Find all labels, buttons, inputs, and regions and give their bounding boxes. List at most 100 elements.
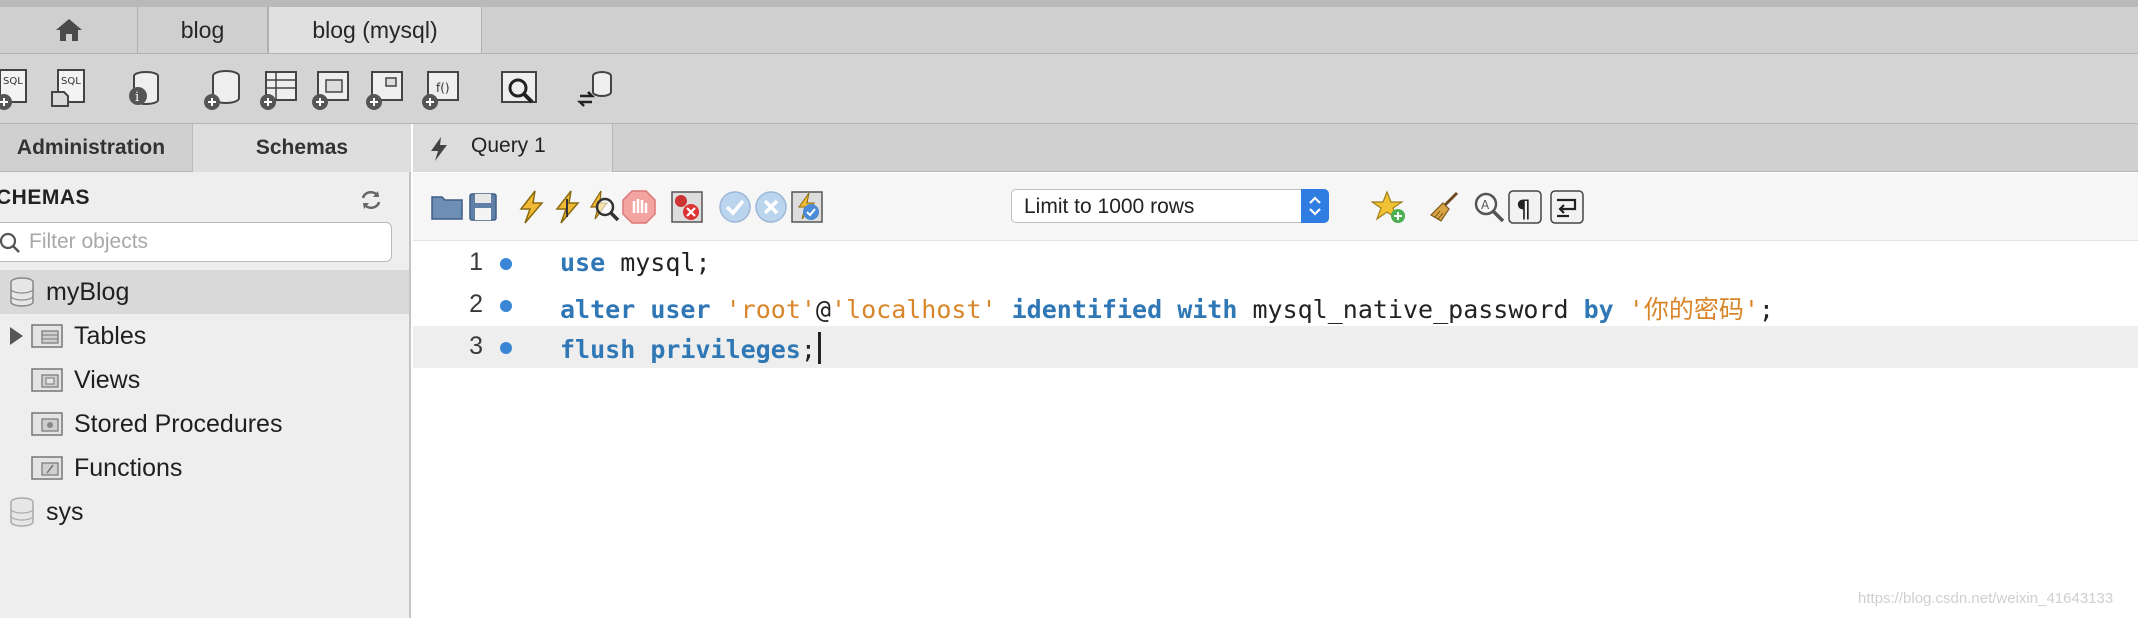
toggle-error-icon[interactable] [669,189,705,225]
new-sql-tab-icon[interactable]: SQL [0,66,38,112]
procedures-folder-icon [31,412,63,436]
create-function-icon[interactable]: f() [418,66,464,112]
add-snippet-icon[interactable] [1371,189,1407,225]
disclosure-triangle-icon[interactable] [10,327,23,345]
reconnect-icon[interactable] [574,66,620,112]
wrap-icon[interactable] [1549,189,1585,225]
schemas-title: CHEMAS [0,186,91,209]
create-procedure-icon[interactable] [362,66,408,112]
database-icon [10,277,34,307]
commit-icon[interactable] [717,189,753,225]
sql-editor[interactable]: 1 use mysql; 2 alter user 'root'@'localh… [413,242,2138,618]
tab-schemas[interactable]: Schemas [192,124,411,172]
code-text: alter user 'root'@'localhost' identified… [560,290,1774,326]
keyword: identified [1011,295,1163,324]
filter-objects-input[interactable] [29,227,379,257]
keyword: flush [560,335,636,364]
svg-text:A: A [1481,198,1490,212]
limit-rows-select[interactable]: Limit to 1000 rows [1011,189,1329,223]
connection-tab-label: blog (mysql) [312,16,438,43]
open-sql-file-icon[interactable]: SQL [46,66,92,112]
query-tab-label: Query 1 [471,134,546,157]
code-plain: ; [800,335,816,364]
tree-item-tables[interactable]: Tables [0,314,409,358]
tables-folder-icon [31,324,63,348]
schema-label: sys [46,497,84,526]
code-line[interactable]: 2 alter user 'root'@'localhost' identifi… [413,284,2138,326]
schema-label: myBlog [46,277,130,306]
functions-folder-icon [31,456,63,480]
tree-item-label: Stored Procedures [74,409,283,438]
string-literal: 'root' [725,295,816,324]
connection-tab-blog-mysql[interactable]: blog (mysql) [268,7,482,53]
code-plain [711,295,726,324]
keyword: user [650,295,711,324]
home-icon [55,19,82,41]
save-icon[interactable] [465,189,501,225]
tab-query-1[interactable]: Query 1 [413,124,613,172]
database-icon [10,497,34,527]
execute-icon[interactable] [513,189,549,225]
svg-text:¶: ¶ [1516,195,1531,223]
tree-item-label: Tables [74,321,147,350]
find-icon[interactable]: A [1471,189,1507,225]
filter-objects-field[interactable] [0,222,392,262]
query-area: Query 1 Limit to 1000 rows A ¶ 1 use mys… [413,124,2138,618]
string-literal: 'localhost' [830,295,997,324]
code-line-current[interactable]: 3 flush privileges; [413,326,2138,368]
explain-icon[interactable] [585,189,621,225]
connection-tab-blog[interactable]: blog [138,7,268,53]
tree-item-stored-procedures[interactable]: Stored Procedures [0,402,409,446]
tree-item-views[interactable]: Views [0,358,409,402]
code-line[interactable]: 1 use mysql; [413,242,2138,284]
code-text: use mysql; [560,248,711,277]
code-plain [635,295,650,324]
svg-text:f(): f() [436,81,450,95]
main-toolbar: SQL SQL i f() [0,54,2138,124]
line-number: 1 [469,248,483,276]
statement-marker-icon [500,300,512,312]
search-icon [0,232,20,253]
create-table-icon[interactable] [256,66,302,112]
code-plain [635,335,650,364]
stop-icon[interactable] [621,189,657,225]
connection-tab-bar: blog blog (mysql) [0,0,2138,54]
select-stepper[interactable] [1301,189,1329,223]
code-plain [997,295,1012,324]
server-info-icon[interactable]: i [122,66,168,112]
sql-editor-toolbar: Limit to 1000 rows A ¶ [413,173,2138,241]
create-view-icon[interactable] [308,66,354,112]
statement-marker-icon [500,258,512,270]
limit-rows-value: Limit to 1000 rows [1024,195,1195,218]
beautify-icon[interactable] [1427,189,1463,225]
tree-item-functions[interactable]: Functions [0,446,409,490]
keyword: with [1177,295,1238,324]
search-table-data-icon[interactable] [496,66,542,112]
svg-text:SQL: SQL [3,76,23,87]
svg-text:i: i [135,90,139,105]
code-plain: ; [1758,295,1774,324]
code-plain: @ [815,295,831,324]
chevron-up-down-icon [1309,196,1321,216]
invisible-chars-icon[interactable]: ¶ [1507,189,1543,225]
tab-administration[interactable]: Administration [0,124,192,172]
svg-text:SQL: SQL [61,76,81,87]
execute-current-icon[interactable] [549,189,585,225]
schema-item-sys[interactable]: sys [0,490,409,534]
open-file-icon[interactable] [429,189,465,225]
refresh-icon[interactable] [358,188,384,212]
views-folder-icon [31,368,63,392]
autocommit-icon[interactable] [789,189,825,225]
rollback-icon[interactable] [753,189,789,225]
keyword: privileges [650,335,801,364]
workbench-window: blog blog (mysql) SQL SQL i f() Administ… [0,0,2138,618]
sidebar-tab-bar: Administration Schemas [0,124,411,172]
query-tab-bar: Query 1 [413,124,2138,172]
home-tab[interactable] [0,7,138,53]
tree-item-label: Functions [74,453,183,482]
code-plain [1162,295,1177,324]
code-plain: mysql_native_password [1237,295,1584,324]
schema-item-myblog[interactable]: myBlog [0,270,409,314]
code-plain [1614,295,1629,324]
create-schema-icon[interactable] [200,66,246,112]
